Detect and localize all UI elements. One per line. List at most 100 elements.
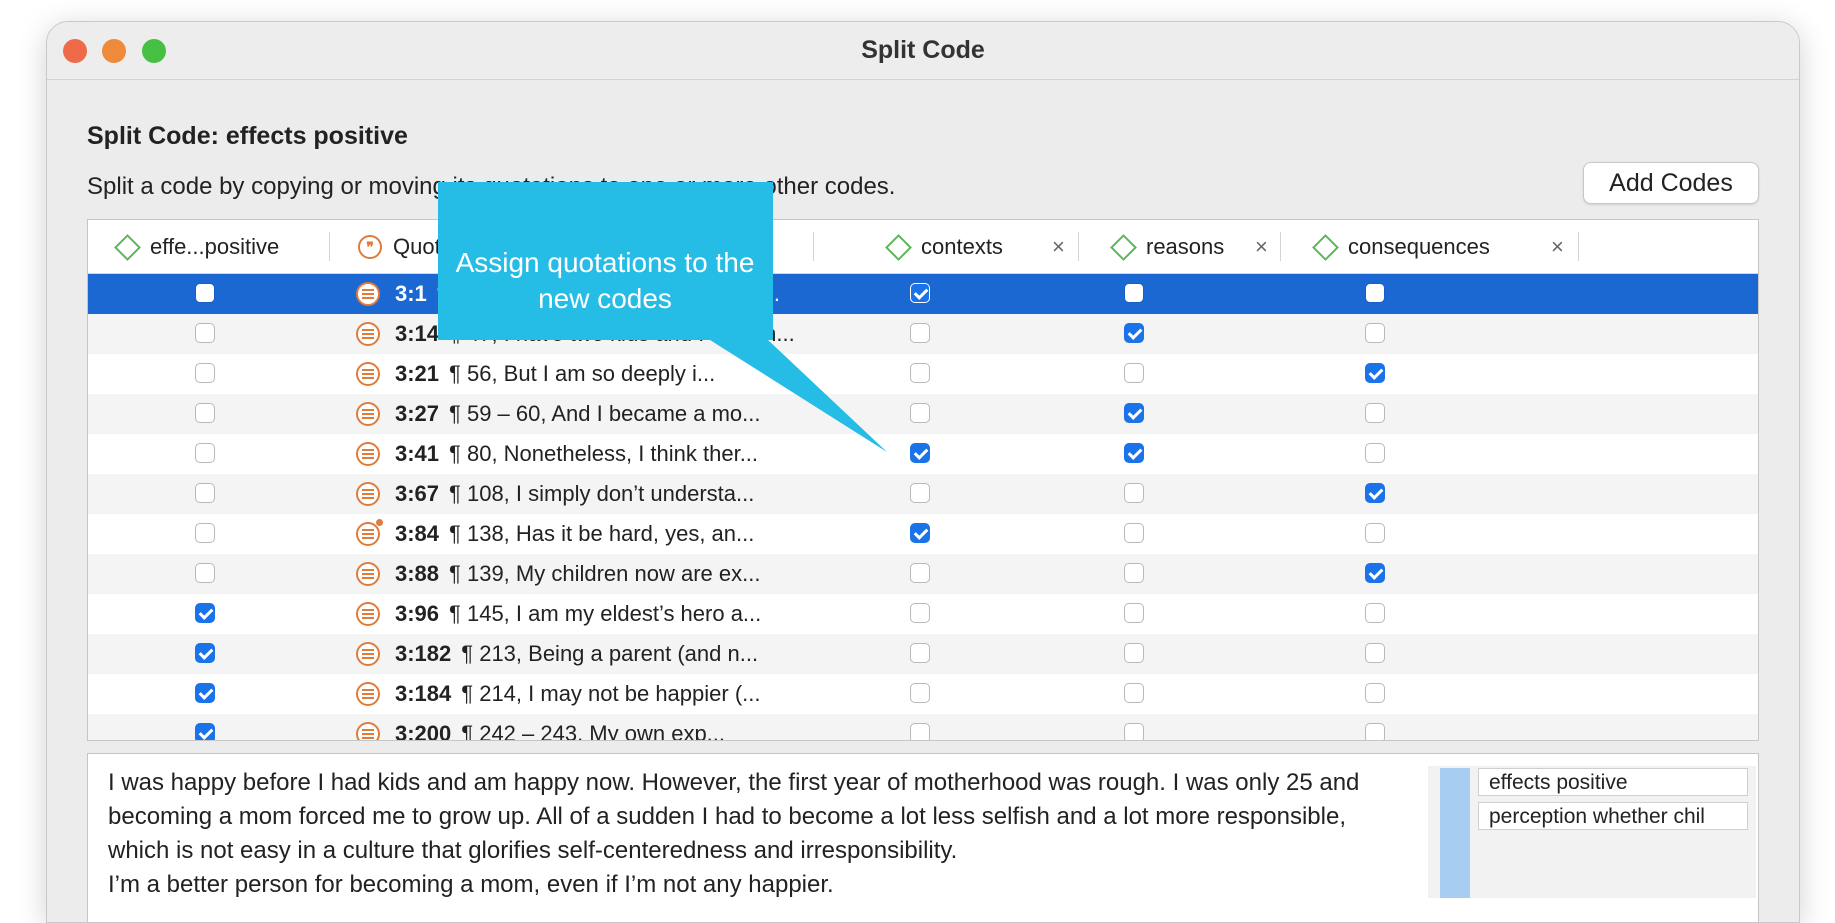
quotation-id: 3:41 bbox=[395, 441, 440, 466]
column-divider[interactable] bbox=[329, 232, 330, 261]
table-row[interactable]: 3:96 ¶ 145, I am my eldest’s hero a... bbox=[88, 594, 1758, 634]
contexts-checkbox[interactable] bbox=[910, 363, 930, 383]
table-row[interactable]: 3:84 ¶ 138, Has it be hard, yes, an... bbox=[88, 514, 1758, 554]
quotation-text-icon bbox=[356, 682, 380, 706]
contexts-checkbox[interactable] bbox=[910, 643, 930, 663]
contexts-checkbox[interactable] bbox=[910, 603, 930, 623]
effects-positive-checkbox[interactable] bbox=[195, 523, 215, 543]
consequences-checkbox[interactable] bbox=[1365, 643, 1385, 663]
consequences-checkbox[interactable] bbox=[1365, 443, 1385, 463]
table-row[interactable]: 3:88 ¶ 139, My children now are ex... bbox=[88, 554, 1758, 594]
table-row[interactable]: 3:67 ¶ 108, I simply don’t understa... bbox=[88, 474, 1758, 514]
quotation-id: 3:14 bbox=[395, 321, 440, 346]
reasons-checkbox[interactable] bbox=[1124, 683, 1144, 703]
effects-positive-checkbox[interactable] bbox=[195, 563, 215, 583]
table-row[interactable]: 3:184 ¶ 214, I may not be happier (... bbox=[88, 674, 1758, 714]
reasons-checkbox[interactable] bbox=[1124, 483, 1144, 503]
column-divider[interactable] bbox=[1078, 232, 1079, 261]
consequences-checkbox[interactable] bbox=[1365, 283, 1385, 303]
remove-consequences-icon[interactable]: × bbox=[1551, 220, 1564, 273]
reasons-checkbox[interactable] bbox=[1124, 363, 1144, 383]
column-divider[interactable] bbox=[813, 232, 814, 261]
table-row[interactable]: 3:41 ¶ 80, Nonetheless, I think ther... bbox=[88, 434, 1758, 474]
contexts-checkbox[interactable] bbox=[910, 523, 930, 543]
contexts-checkbox[interactable] bbox=[910, 683, 930, 703]
code-diamond-icon bbox=[114, 234, 141, 261]
consequences-checkbox[interactable] bbox=[1365, 403, 1385, 423]
quotation-id: 3:88 bbox=[395, 561, 440, 586]
quotation-excerpt: ¶ 138, Has it be hard, yes, an... bbox=[449, 521, 755, 546]
reasons-checkbox[interactable] bbox=[1124, 323, 1144, 343]
quotation-excerpt: ¶ 108, I simply don’t understa... bbox=[449, 481, 755, 506]
effects-positive-checkbox[interactable] bbox=[195, 283, 215, 303]
table-row[interactable]: 3:27 ¶ 59 – 60, And I became a mo... bbox=[88, 394, 1758, 434]
remove-reasons-icon[interactable]: × bbox=[1255, 220, 1268, 273]
quotation-label: 3:88 ¶ 139, My children now are ex... bbox=[395, 554, 760, 594]
contexts-checkbox[interactable] bbox=[910, 483, 930, 503]
column-divider[interactable] bbox=[1578, 232, 1579, 261]
reasons-checkbox[interactable] bbox=[1124, 403, 1144, 423]
consequences-checkbox[interactable] bbox=[1365, 523, 1385, 543]
margin-code-tag[interactable]: perception whether chil bbox=[1478, 802, 1748, 830]
effects-positive-checkbox[interactable] bbox=[195, 323, 215, 343]
effects-positive-checkbox[interactable] bbox=[195, 483, 215, 503]
effects-positive-checkbox[interactable] bbox=[195, 603, 215, 623]
consequences-checkbox[interactable] bbox=[1365, 483, 1385, 503]
contexts-checkbox[interactable] bbox=[910, 723, 930, 740]
reasons-checkbox[interactable] bbox=[1124, 443, 1144, 463]
consequences-checkbox[interactable] bbox=[1365, 363, 1385, 383]
effects-positive-checkbox[interactable] bbox=[195, 443, 215, 463]
quotation-text: I was happy before I had kids and am hap… bbox=[108, 769, 1360, 898]
quotation-preview-panel: I was happy before I had kids and am hap… bbox=[87, 753, 1759, 922]
add-codes-button[interactable]: Add Codes bbox=[1583, 162, 1759, 204]
table-row[interactable]: 3:200 ¶ 242 – 243, My own exp... bbox=[88, 714, 1758, 740]
contexts-checkbox[interactable] bbox=[910, 403, 930, 423]
table-row[interactable]: 3:1 ¶ 3, I am the mother of two kids. I..… bbox=[88, 274, 1758, 314]
quotation-id: 3:67 bbox=[395, 481, 440, 506]
quotation-code-table: effe...positive ❞ Quotations contexts × … bbox=[87, 219, 1759, 741]
column-header-contexts[interactable]: contexts bbox=[921, 220, 1003, 273]
reasons-checkbox[interactable] bbox=[1124, 603, 1144, 623]
contexts-checkbox[interactable] bbox=[910, 563, 930, 583]
quotation-label: 3:184 ¶ 214, I may not be happier (... bbox=[395, 674, 760, 714]
title-bar: Split Code bbox=[47, 22, 1799, 80]
effects-positive-checkbox[interactable] bbox=[195, 363, 215, 383]
effects-positive-checkbox[interactable] bbox=[195, 683, 215, 703]
reasons-checkbox[interactable] bbox=[1124, 723, 1144, 740]
contexts-checkbox[interactable] bbox=[910, 323, 930, 343]
consequences-checkbox[interactable] bbox=[1365, 323, 1385, 343]
column-header-reasons[interactable]: reasons bbox=[1146, 220, 1224, 273]
effects-positive-checkbox[interactable] bbox=[195, 723, 215, 740]
contexts-checkbox[interactable] bbox=[910, 443, 930, 463]
quotation-id: 3:84 bbox=[395, 521, 440, 546]
column-divider[interactable] bbox=[1280, 232, 1281, 261]
quotation-excerpt: ¶ 56, But I am so deeply i... bbox=[449, 361, 716, 386]
margin-code-tag[interactable]: effects positive bbox=[1478, 768, 1748, 796]
code-diamond-icon bbox=[1110, 234, 1137, 261]
quotation-excerpt: ¶ 214, I may not be happier (... bbox=[461, 681, 761, 706]
column-header-consequences[interactable]: consequences bbox=[1348, 220, 1490, 273]
dialog-description: Split a code by copying or moving its qu… bbox=[87, 173, 896, 200]
reasons-checkbox[interactable] bbox=[1124, 643, 1144, 663]
consequences-checkbox[interactable] bbox=[1365, 683, 1385, 703]
column-header-effects-positive[interactable]: effe...positive bbox=[150, 220, 279, 273]
reasons-checkbox[interactable] bbox=[1124, 523, 1144, 543]
consequences-checkbox[interactable] bbox=[1365, 723, 1385, 740]
reasons-checkbox[interactable] bbox=[1124, 283, 1144, 303]
quotation-margin-bar[interactable] bbox=[1440, 768, 1470, 898]
reasons-checkbox[interactable] bbox=[1124, 563, 1144, 583]
quotation-excerpt: ¶ 80, Nonetheless, I think ther... bbox=[449, 441, 759, 466]
quotation-label: 3:182 ¶ 213, Being a parent (and n... bbox=[395, 634, 758, 674]
table-row[interactable]: 3:21 ¶ 56, But I am so deeply i... bbox=[88, 354, 1758, 394]
remove-contexts-icon[interactable]: × bbox=[1052, 220, 1065, 273]
code-diamond-icon bbox=[1312, 234, 1339, 261]
effects-positive-checkbox[interactable] bbox=[195, 403, 215, 423]
table-row[interactable]: 3:14 ¶ 47, I have two kids and I have n..… bbox=[88, 314, 1758, 354]
consequences-checkbox[interactable] bbox=[1365, 563, 1385, 583]
consequences-checkbox[interactable] bbox=[1365, 603, 1385, 623]
quotation-id: 3:182 bbox=[395, 641, 452, 666]
quotation-text-icon bbox=[356, 322, 380, 346]
effects-positive-checkbox[interactable] bbox=[195, 643, 215, 663]
table-row[interactable]: 3:182 ¶ 213, Being a parent (and n... bbox=[88, 634, 1758, 674]
contexts-checkbox[interactable] bbox=[910, 283, 930, 303]
